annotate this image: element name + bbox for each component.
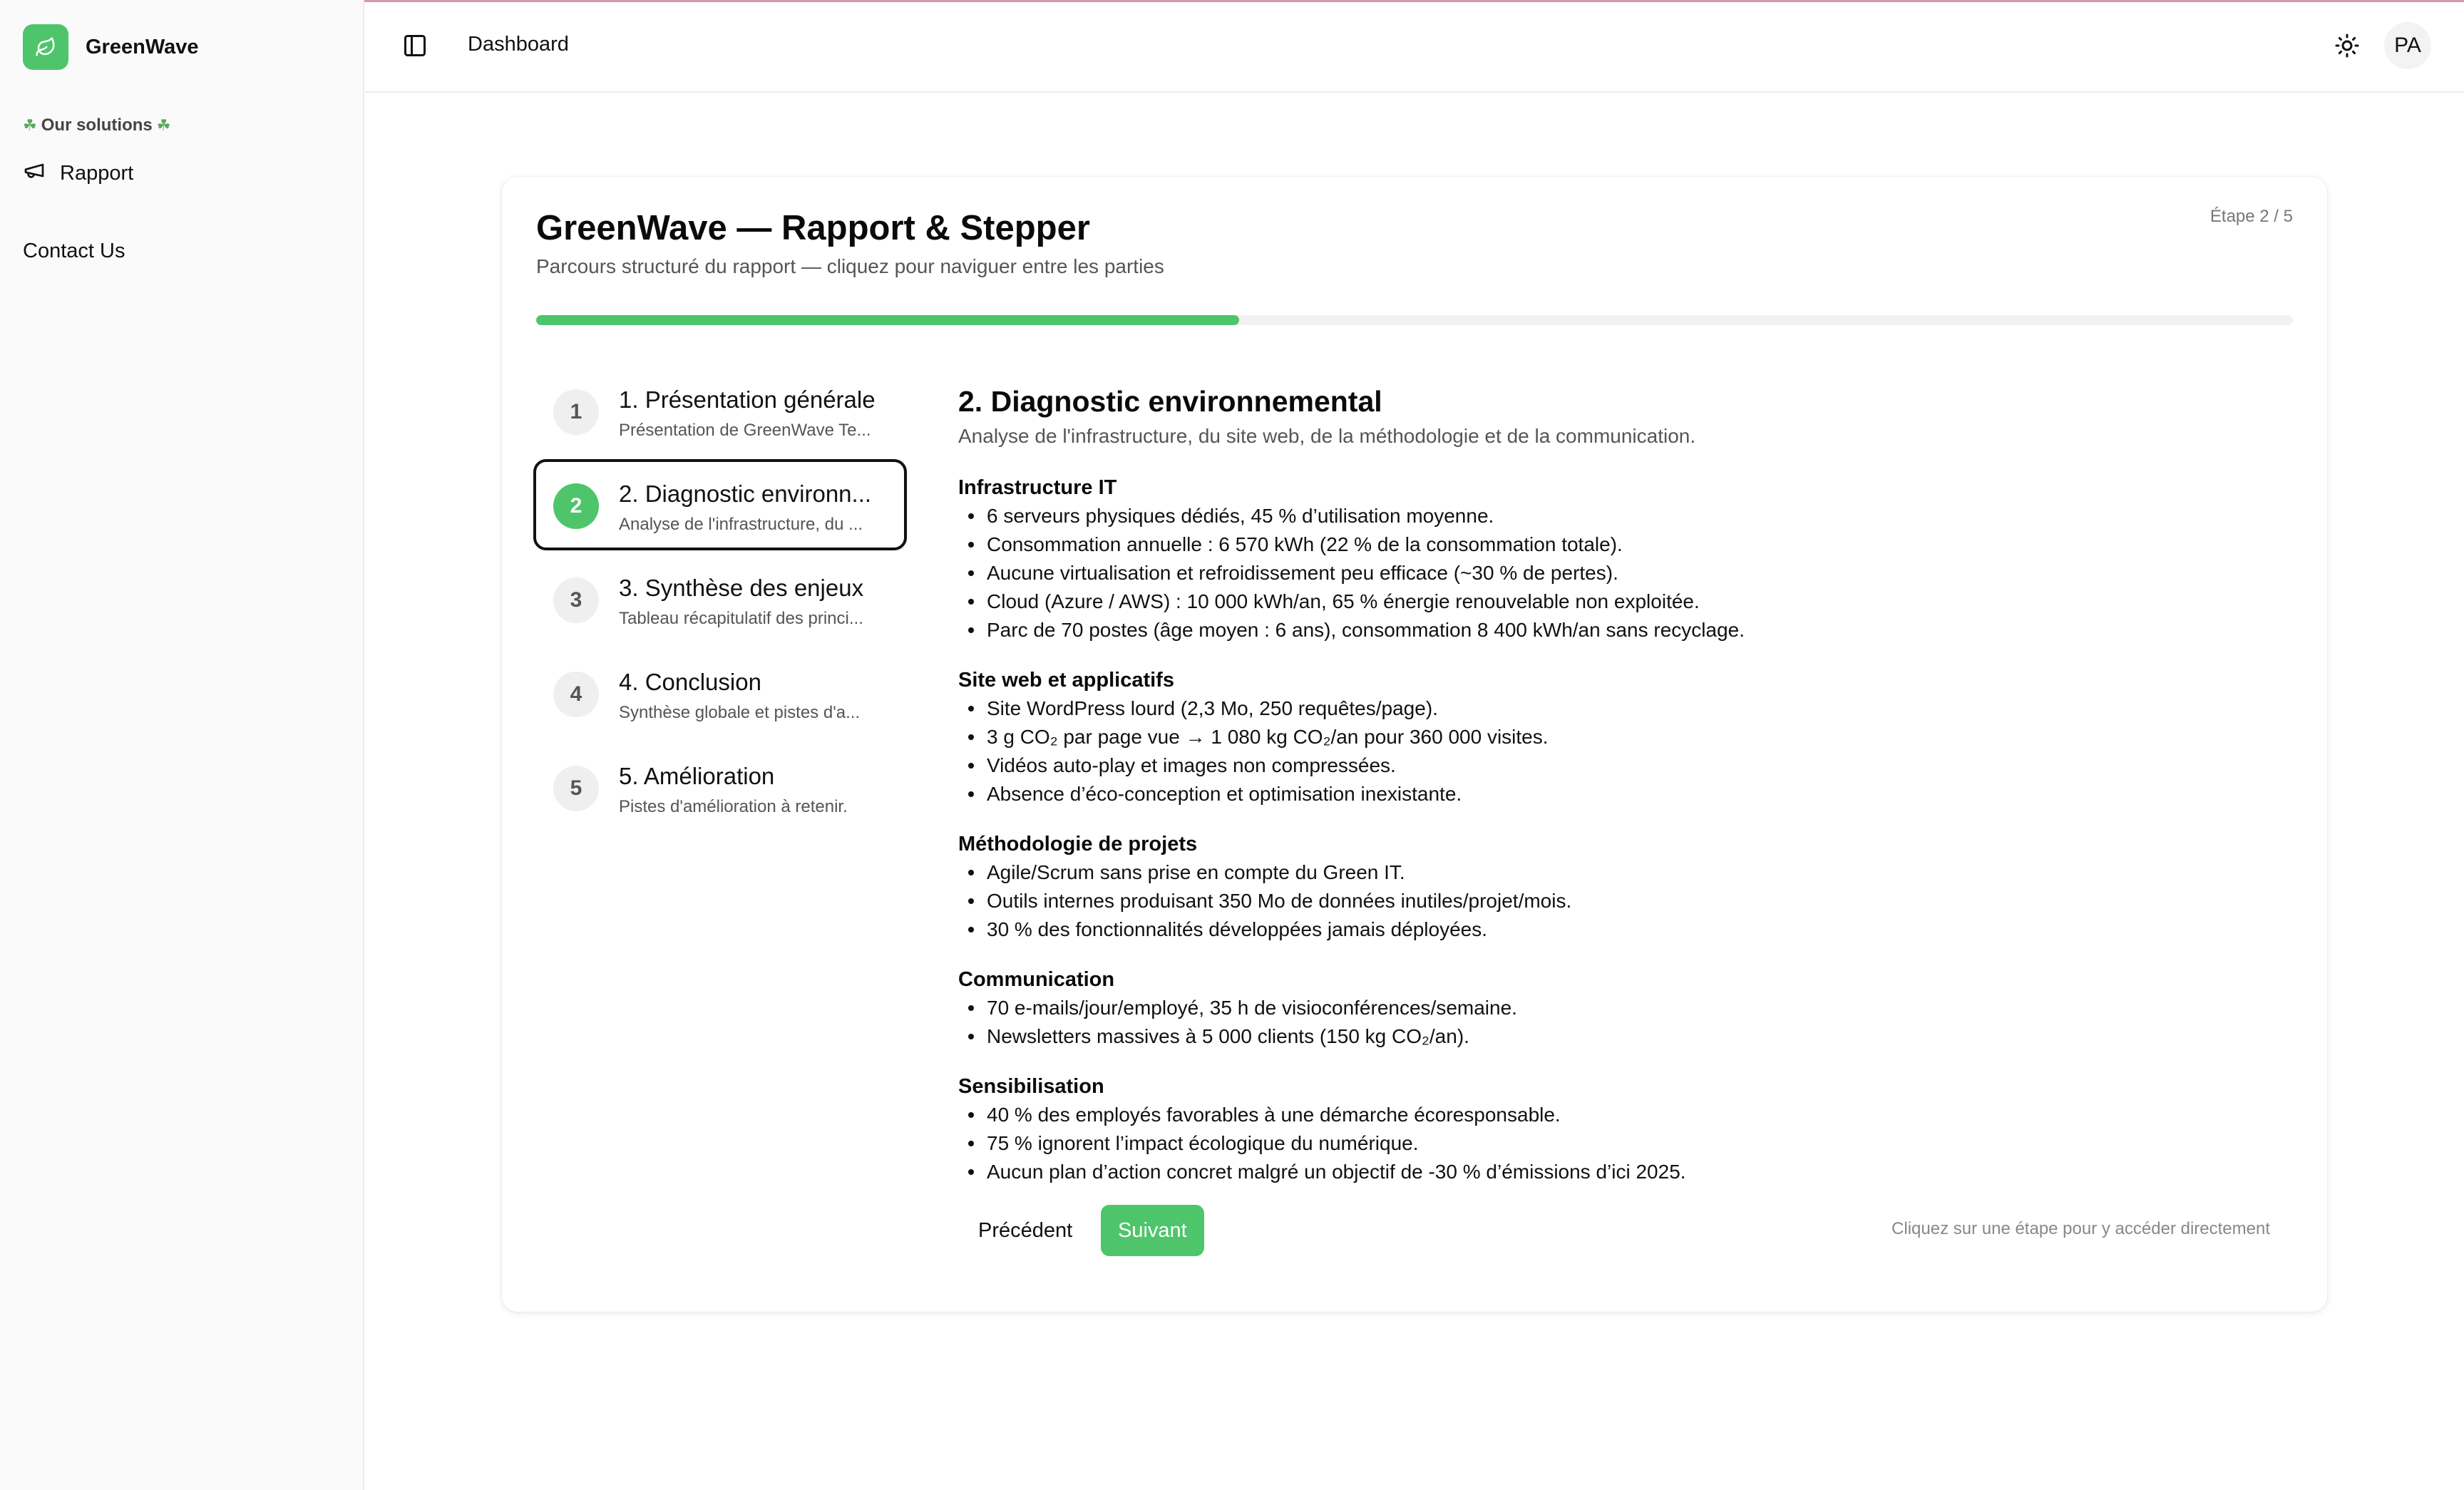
list-item: 75 % ignorent l’impact écologique du num… bbox=[958, 1129, 2284, 1158]
brand-name: GreenWave bbox=[86, 35, 199, 58]
step-content: 2. Diagnostic environnemental Analyse de… bbox=[958, 384, 2284, 1186]
list-item: Outils internes produisant 350 Mo de don… bbox=[958, 887, 2284, 915]
list-item: 70 e-mails/jour/employé, 35 h de visioco… bbox=[958, 994, 2284, 1022]
section-communication: Communication 70 e-mails/jour/employé, 3… bbox=[958, 965, 2284, 1051]
section-site-web: Site web et applicatifs Site WordPress l… bbox=[958, 666, 2284, 808]
step-description: Pistes d'amélioration à retenir. bbox=[619, 797, 848, 816]
list-item: 3 g CO₂ par page vue → 1 080 kg CO₂/an p… bbox=[958, 723, 2284, 751]
section-title: Site web et applicatifs bbox=[958, 669, 1174, 692]
step-description: Tableau récapitulatif des princi... bbox=[619, 609, 863, 628]
section-title: Méthodologie de projets bbox=[958, 833, 1198, 856]
avatar[interactable]: PA bbox=[2384, 22, 2431, 69]
sidebar-item-rapport[interactable]: Rapport bbox=[23, 158, 133, 188]
step-number: 4 bbox=[553, 672, 599, 717]
navigation-hint: Cliquez sur une étape pour y accéder dir… bbox=[1891, 1219, 2270, 1238]
sidebar-group-label: ☘ Our solutions ☘ bbox=[23, 115, 170, 135]
sidebar: GreenWave ☘ Our solutions ☘ Rapport Cont… bbox=[0, 0, 364, 1490]
step-title: 5. Amélioration bbox=[619, 763, 775, 789]
previous-button[interactable]: Précédent bbox=[964, 1205, 1087, 1256]
list-item: Absence d’éco-conception et optimisation… bbox=[958, 780, 2284, 808]
list-item: 6 serveurs physiques dédiés, 45 % d’util… bbox=[958, 502, 2284, 530]
step-title: 2. Diagnostic environn... bbox=[619, 481, 872, 507]
list-item: Aucun plan d’action concret malgré un ob… bbox=[958, 1158, 2284, 1186]
list-item: 40 % des employés favorables à une démar… bbox=[958, 1101, 2284, 1129]
step-title: 1. Présentation générale bbox=[619, 386, 876, 413]
step-1[interactable]: 1 1. Présentation générale Présentation … bbox=[533, 365, 907, 456]
progress-bar bbox=[536, 315, 2293, 325]
page-title: Dashboard bbox=[468, 33, 569, 56]
step-3[interactable]: 3 3. Synthèse des enjeux Tableau récapit… bbox=[533, 553, 907, 644]
content-title: 2. Diagnostic environnemental bbox=[958, 385, 1382, 418]
top-header: Dashboard PA bbox=[365, 0, 2464, 93]
list-item: Agile/Scrum sans prise en compte du Gree… bbox=[958, 858, 2284, 887]
sun-icon[interactable] bbox=[2334, 33, 2360, 58]
list-item: Consommation annuelle : 6 570 kWh (22 % … bbox=[958, 530, 2284, 559]
step-description: Présentation de GreenWave Te... bbox=[619, 421, 871, 440]
step-description: Synthèse globale et pistes d'a... bbox=[619, 703, 861, 722]
leaf-icon: ☘ bbox=[23, 116, 37, 134]
step-description: Analyse de l'infrastructure, du ... bbox=[619, 515, 863, 534]
progress-bar-fill bbox=[536, 315, 1239, 325]
step-5[interactable]: 5 5. Amélioration Pistes d'amélioration … bbox=[533, 741, 907, 833]
card-subtitle: Parcours structuré du rapport — cliquez … bbox=[536, 255, 1164, 277]
step-number: 3 bbox=[553, 577, 599, 623]
leaf-icon: ☘ bbox=[156, 116, 171, 134]
report-card: GreenWave — Rapport & Stepper Parcours s… bbox=[502, 177, 2327, 1312]
step-title: 3. Synthèse des enjeux bbox=[619, 575, 864, 601]
step-4[interactable]: 4 4. Conclusion Synthèse globale et pist… bbox=[533, 647, 907, 739]
list-item: Aucune virtualisation et refroidissement… bbox=[958, 559, 2284, 587]
sidebar-group-label-text: Our solutions bbox=[41, 115, 153, 135]
step-counter: Étape 2 / 5 bbox=[2209, 207, 2293, 226]
list-item: Site WordPress lourd (2,3 Mo, 250 requêt… bbox=[958, 694, 2284, 723]
content-subtitle: Analyse de l'infrastructure, du site web… bbox=[958, 425, 1696, 447]
section-title: Infrastructure IT bbox=[958, 476, 1117, 499]
leaf-logo-icon bbox=[23, 24, 68, 70]
step-number: 5 bbox=[553, 766, 599, 811]
step-2[interactable]: 2 2. Diagnostic environn... Analyse de l… bbox=[533, 459, 907, 550]
section-title: Sensibilisation bbox=[958, 1075, 1104, 1098]
list-item: 30 % des fonctionnalités développées jam… bbox=[958, 915, 2284, 944]
list-item: Newsletters massives à 5 000 clients (15… bbox=[958, 1022, 2284, 1051]
next-button[interactable]: Suivant bbox=[1101, 1205, 1204, 1256]
sidebar-item-label: Rapport bbox=[60, 161, 134, 185]
stepper: 1 1. Présentation générale Présentation … bbox=[533, 365, 907, 836]
section-methodologie: Méthodologie de projets Agile/Scrum sans… bbox=[958, 830, 2284, 944]
megaphone-icon bbox=[23, 159, 46, 187]
step-number: 2 bbox=[553, 483, 599, 529]
step-number: 1 bbox=[553, 389, 599, 435]
sidebar-item-contact[interactable]: Contact Us bbox=[23, 240, 125, 263]
list-item: Vidéos auto-play et images non compressé… bbox=[958, 751, 2284, 780]
section-sensibilisation: Sensibilisation 40 % des employés favora… bbox=[958, 1072, 2284, 1186]
section-title: Communication bbox=[958, 968, 1115, 991]
card-title: GreenWave — Rapport & Stepper bbox=[536, 209, 1090, 247]
section-infrastructure: Infrastructure IT 6 serveurs physiques d… bbox=[958, 473, 2284, 644]
brand[interactable]: GreenWave bbox=[23, 24, 199, 70]
step-title: 4. Conclusion bbox=[619, 669, 761, 695]
list-item: Parc de 70 postes (âge moyen : 6 ans), c… bbox=[958, 616, 2284, 644]
sidebar-toggle-icon[interactable] bbox=[402, 33, 428, 58]
list-item: Cloud (Azure / AWS) : 10 000 kWh/an, 65 … bbox=[958, 587, 2284, 616]
